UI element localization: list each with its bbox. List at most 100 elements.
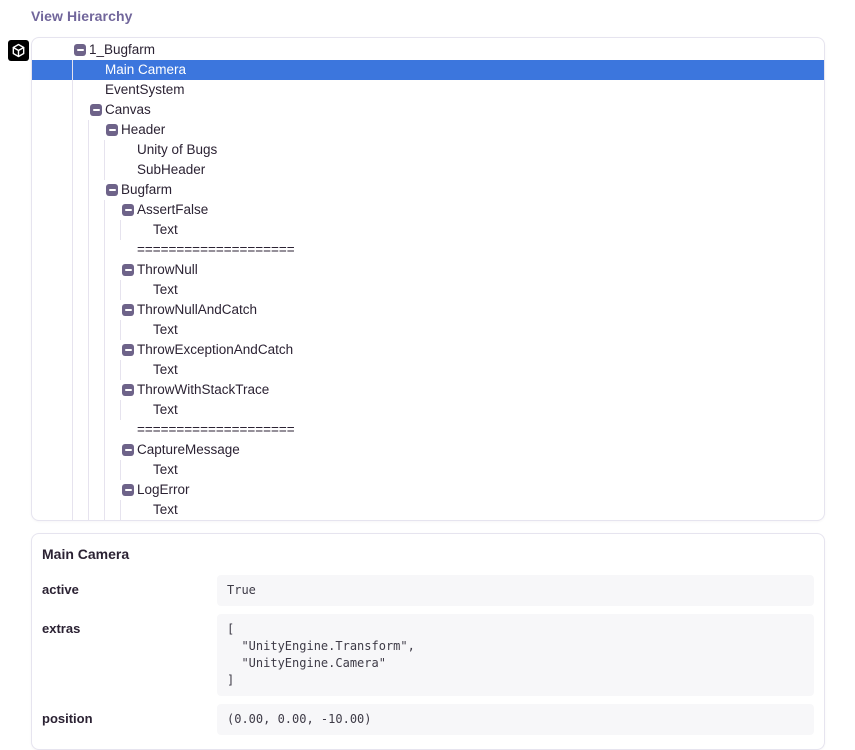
indent-guide [88,180,104,200]
collapse-icon[interactable] [90,104,102,116]
indent-guide [72,200,88,220]
tree-node-label: Canvas [105,100,151,120]
indent-guide [88,380,104,400]
hierarchy-tree[interactable]: 1_BugfarmMain CameraEventSystemCanvasHea… [31,37,825,521]
tree-row-capturemessage[interactable]: CaptureMessage [32,440,824,460]
property-label: extras [42,614,217,636]
tree-node-label: Text [153,320,178,340]
tree-row-text[interactable]: Text [32,460,824,480]
indent-guide [72,500,88,520]
indent-guide [104,440,120,460]
unity-logo-icon [8,40,29,61]
tree-row-eventsystem[interactable]: EventSystem [32,80,824,100]
indent-guide [72,180,88,200]
indent-guide [72,220,88,240]
indent-spacer [136,290,153,291]
tree-row-text[interactable]: Text [32,220,824,240]
property-value: True [217,575,814,606]
tree-node-label: Text [153,220,178,240]
indent-guide [88,480,104,500]
tree-row-assertfalse[interactable]: AssertFalse [32,200,824,220]
indent-spacer [136,230,153,231]
tree-row-throwexceptionandcatch[interactable]: ThrowExceptionAndCatch [32,340,824,360]
collapse-icon[interactable] [106,124,118,136]
indent-spacer [136,330,153,331]
collapse-icon[interactable] [122,204,134,216]
collapse-icon[interactable] [122,344,134,356]
tree-separator-row[interactable]: ==================== [32,420,824,440]
indent-guide [104,460,120,480]
indent-spacer [136,470,153,471]
indent-guide [104,160,120,180]
tree-row-subheader[interactable]: SubHeader [32,160,824,180]
tree-row-logerror[interactable]: LogError [32,480,824,500]
indent-spacer [88,90,105,91]
tree-node-label: Text [153,500,178,520]
properties-list: activeTrueextras[ "UnityEngine.Transform… [42,575,814,735]
indent-spacer [88,70,105,71]
collapse-icon[interactable] [122,484,134,496]
indent-guide [104,480,120,500]
indent-guide [120,400,136,420]
tree-row-text[interactable]: Text [32,320,824,340]
indent-guide [120,360,136,380]
indent-guide [104,340,120,360]
tree-node-label: ==================== [137,240,295,260]
indent-guide [88,200,104,220]
tree-node-label: ThrowWithStackTrace [137,380,269,400]
indent-guide [104,220,120,240]
indent-spacer [136,370,153,371]
indent-guide [72,80,88,100]
tree-row-canvas[interactable]: Canvas [32,100,824,120]
indent-guide [72,380,88,400]
tree-row-text[interactable]: Text [32,360,824,380]
collapse-icon[interactable] [122,384,134,396]
tree-node-label: Text [153,460,178,480]
tree-row-main-camera[interactable]: Main Camera [32,60,824,80]
property-label: active [42,575,217,597]
tree-row-header[interactable]: Header [32,120,824,140]
indent-guide [88,320,104,340]
property-value: (0.00, 0.00, -10.00) [217,704,814,735]
tree-row-text[interactable]: Text [32,500,824,520]
collapse-icon[interactable] [122,264,134,276]
tree-row-text[interactable]: Text [32,400,824,420]
tree-node-label: Text [153,280,178,300]
indent-guide [88,220,104,240]
indent-guide [104,280,120,300]
tree-row-thrownullandcatch[interactable]: ThrowNullAndCatch [32,300,824,320]
indent-guide [88,120,104,140]
tree-node-label: ThrowNullAndCatch [137,300,257,320]
property-row-extras: extras[ "UnityEngine.Transform", "UnityE… [42,614,814,696]
indent-guide [120,500,136,520]
tree-row-bugfarm[interactable]: Bugfarm [32,180,824,200]
indent-guide [72,420,88,440]
tree-separator-row[interactable]: ==================== [32,240,824,260]
indent-guide [72,60,88,80]
collapse-icon[interactable] [122,304,134,316]
tree-row-1-bugfarm[interactable]: 1_Bugfarm [32,40,824,60]
indent-guide [120,320,136,340]
property-row-active: activeTrue [42,575,814,606]
indent-guide [104,320,120,340]
tree-row-unity-of-bugs[interactable]: Unity of Bugs [32,140,824,160]
tree-node-label: Main Camera [105,60,186,80]
indent-guide [88,260,104,280]
tree-node-label: ==================== [137,420,295,440]
indent-guide [104,260,120,280]
collapse-icon[interactable] [106,184,118,196]
indent-guide [72,120,88,140]
tree-row-throwwithstacktrace[interactable]: ThrowWithStackTrace [32,380,824,400]
indent-guide [72,280,88,300]
indent-guide [88,440,104,460]
collapse-icon[interactable] [74,44,86,56]
tree-node-label: ThrowNull [137,260,198,280]
indent-guide [104,300,120,320]
indent-guide [72,260,88,280]
tree-row-text[interactable]: Text [32,280,824,300]
indent-guide [104,380,120,400]
property-value: [ "UnityEngine.Transform", "UnityEngine.… [217,614,814,696]
tree-node-label: Header [121,120,165,140]
collapse-icon[interactable] [122,444,134,456]
tree-row-thrownull[interactable]: ThrowNull [32,260,824,280]
